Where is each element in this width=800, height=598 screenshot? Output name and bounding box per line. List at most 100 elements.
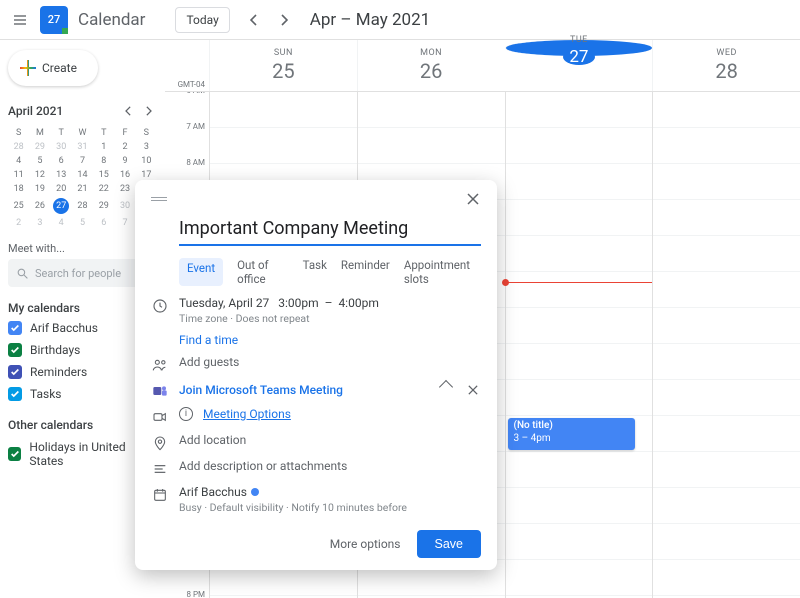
mini-day-cell[interactable]: 30 (114, 196, 135, 216)
hamburger-icon[interactable] (6, 6, 34, 34)
mini-day-cell[interactable]: 30 (51, 140, 72, 154)
mini-day-cell[interactable]: 29 (29, 140, 50, 154)
day-column[interactable] (652, 92, 800, 598)
mini-day-cell[interactable]: 19 (29, 182, 50, 196)
calendar-checkbox[interactable] (8, 365, 22, 379)
mini-day-cell[interactable]: 20 (51, 182, 72, 196)
mini-prev-button[interactable] (119, 102, 137, 120)
day-header[interactable]: TUE27 (505, 40, 653, 56)
mini-next-button[interactable] (139, 102, 157, 120)
mini-cal-title: April 2021 (8, 104, 63, 118)
mini-day-cell[interactable]: 22 (93, 182, 114, 196)
mini-day-cell[interactable]: 12 (29, 168, 50, 182)
drag-handle-icon[interactable] (151, 197, 167, 201)
more-options-button[interactable]: More options (330, 537, 401, 551)
mini-day-cell[interactable]: 5 (72, 216, 93, 230)
close-dialog-button[interactable] (465, 191, 481, 207)
event-visibility[interactable]: Busy · Default visibility · Notify 10 mi… (179, 501, 407, 514)
mini-day-cell[interactable]: 7 (114, 216, 135, 230)
other-calendars-header: Other calendars (8, 418, 93, 432)
mini-day-cell[interactable]: 6 (93, 216, 114, 230)
tab-event[interactable]: Event (179, 258, 223, 286)
event-owner[interactable]: Arif Bacchus (179, 485, 247, 499)
timezone-label: GMT-04 (165, 40, 209, 91)
mini-day-cell[interactable]: 10 (136, 154, 157, 168)
mini-day-cell[interactable]: 11 (8, 168, 29, 182)
event-type-tabs: Event Out of office Task Reminder Appointmen… (179, 258, 481, 286)
add-guests-input[interactable]: Add guests (179, 355, 239, 369)
hour-label: 6 AM (186, 92, 205, 95)
calendar-label: Arif Bacchus (30, 321, 98, 335)
mini-day-cell[interactable]: 6 (51, 154, 72, 168)
remove-conference-button[interactable] (465, 382, 481, 398)
event-block[interactable]: (No title)3 – 4pm (508, 418, 636, 450)
calendar-checkbox[interactable] (8, 387, 22, 401)
mini-day-cell[interactable]: 21 (72, 182, 93, 196)
create-event-dialog: Event Out of office Task Reminder Appointmen… (135, 180, 497, 570)
day-headers: GMT-04 SUN25MON26TUE27WED28 (165, 40, 800, 92)
event-start-time[interactable]: 3:00pm (278, 296, 318, 310)
calendar-label: Tasks (30, 387, 62, 401)
mini-day-cell[interactable]: 14 (72, 168, 93, 182)
mini-day-cell[interactable]: 3 (29, 216, 50, 230)
app-logo: 27 (40, 6, 68, 34)
add-location-input[interactable]: Add location (179, 433, 246, 447)
mini-day-cell[interactable]: 2 (8, 216, 29, 230)
calendar-checkbox[interactable] (8, 447, 21, 461)
tab-task[interactable]: Task (303, 258, 327, 286)
tab-reminder[interactable]: Reminder (341, 258, 390, 286)
video-icon (151, 407, 169, 425)
mini-day-cell[interactable]: 27 (51, 196, 72, 216)
mini-day-cell[interactable]: 23 (114, 182, 135, 196)
create-button[interactable]: Create (8, 50, 98, 86)
day-column[interactable]: (No title)3 – 4pm (505, 92, 653, 598)
mini-day-cell[interactable]: 25 (8, 196, 29, 216)
day-header[interactable]: MON26 (357, 40, 505, 91)
add-description-input[interactable]: Add description or attachments (179, 459, 347, 473)
calendar-label: Birthdays (30, 343, 80, 357)
mini-day-cell[interactable]: 4 (51, 216, 72, 230)
timezone-repeat-label[interactable]: Time zone · Does not repeat (179, 312, 379, 325)
mini-day-cell[interactable]: 5 (29, 154, 50, 168)
tab-appointment-slots[interactable]: Appointment slots (404, 258, 481, 286)
mini-day-cell[interactable]: 2 (114, 140, 135, 154)
mini-day-cell[interactable]: 15 (93, 168, 114, 182)
mini-day-cell[interactable]: 28 (8, 140, 29, 154)
day-header[interactable]: SUN25 (209, 40, 357, 91)
mini-day-cell[interactable]: 29 (93, 196, 114, 216)
today-button[interactable]: Today (175, 7, 229, 33)
calendar-label: Reminders (30, 365, 87, 379)
mini-day-cell[interactable]: 18 (8, 182, 29, 196)
date-range-label: Apr – May 2021 (310, 10, 430, 30)
event-title-input[interactable] (179, 216, 481, 246)
tab-out-of-office[interactable]: Out of office (237, 258, 289, 286)
mini-day-cell[interactable]: 31 (72, 140, 93, 154)
day-header[interactable]: WED28 (652, 40, 800, 91)
teams-icon (151, 381, 169, 399)
mini-day-cell[interactable]: 13 (51, 168, 72, 182)
mini-day-cell[interactable]: 8 (93, 154, 114, 168)
calendar-checkbox[interactable] (8, 321, 22, 335)
mini-day-cell[interactable]: 3 (136, 140, 157, 154)
mini-day-cell[interactable]: 9 (114, 154, 135, 168)
mini-day-cell[interactable]: 4 (8, 154, 29, 168)
next-period-button[interactable] (272, 8, 296, 32)
mini-day-cell[interactable]: 28 (72, 196, 93, 216)
collapse-conference-button[interactable] (439, 380, 453, 394)
topbar: 27 Calendar Today Apr – May 2021 (0, 0, 800, 40)
save-button[interactable]: Save (417, 530, 482, 558)
meeting-options-link[interactable]: Meeting Options (203, 407, 291, 421)
mini-day-cell[interactable]: 1 (93, 140, 114, 154)
mini-day-cell[interactable]: 26 (29, 196, 50, 216)
create-label: Create (42, 61, 77, 75)
calendar-checkbox[interactable] (8, 343, 22, 357)
join-teams-link[interactable]: Join Microsoft Teams Meeting (179, 383, 343, 397)
plus-icon (20, 60, 36, 76)
clock-icon (151, 296, 169, 314)
event-end-time[interactable]: 4:00pm (338, 296, 378, 310)
mini-day-cell[interactable]: 7 (72, 154, 93, 168)
mini-day-cell[interactable]: 16 (114, 168, 135, 182)
prev-period-button[interactable] (242, 8, 266, 32)
find-time-link[interactable]: Find a time (179, 333, 238, 347)
event-date[interactable]: Tuesday, April 27 (179, 296, 269, 310)
